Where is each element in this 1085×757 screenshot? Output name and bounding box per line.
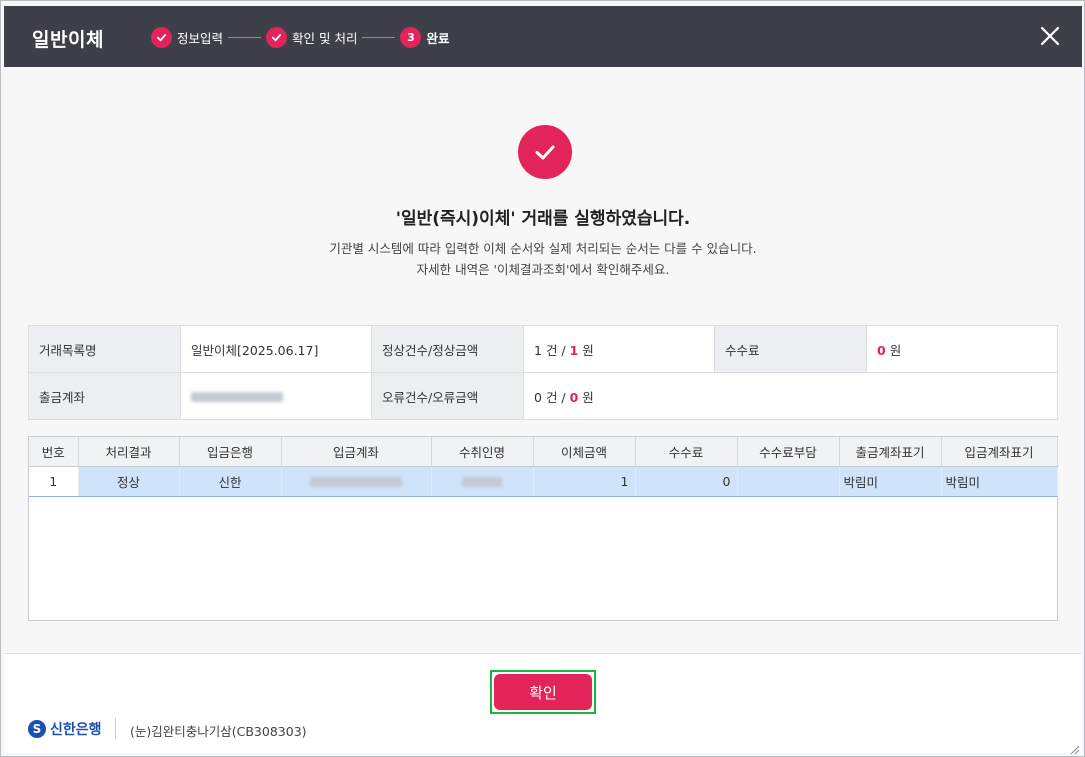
won-unit: 원	[582, 342, 594, 358]
normal-count-value: 1 건 / 1 원	[523, 325, 715, 373]
col-header[interactable]: 수수료부담	[737, 437, 840, 467]
fee-value: 0 원	[866, 325, 1058, 373]
resize-handle-icon[interactable]	[1068, 740, 1080, 755]
dialog-title: 일반이체	[32, 29, 104, 51]
row-bank: 신한	[179, 466, 282, 497]
col-header[interactable]: 입금은행	[179, 437, 282, 467]
row-fee: 0	[635, 466, 738, 497]
confirm-button[interactable]: 확인	[494, 674, 592, 710]
step-label: 완료	[426, 31, 450, 46]
count-unit: 건 /	[545, 342, 566, 358]
progress-steps: 정보입력 확인 및 처리 3 완료	[151, 27, 449, 48]
step-number: 3	[400, 27, 422, 48]
bank-name: 신한은행	[50, 722, 102, 738]
row-in-memo: 박림미	[941, 466, 1058, 497]
result-title: '일반(즉시)이체' 거래를 실행하였습니다.	[395, 209, 691, 229]
result-grid: 번호 처리결과 입금은행 입금계좌 수취인명 이체금액 수수료 수수료부담 출금…	[28, 436, 1058, 621]
check-icon	[151, 27, 172, 48]
transfer-dialog: 일반이체 정보입력 확인 및 처리 3 완료 '일반(즉시)이체' 거래를 실행…	[0, 0, 1085, 757]
row-account	[281, 466, 432, 497]
fee-amount: 0	[877, 342, 886, 358]
dialog-content: '일반(즉시)이체' 거래를 실행하였습니다. 기관별 시스템에 따라 입력한 …	[4, 67, 1082, 653]
step-complete: 3 완료	[400, 27, 449, 48]
normal-count: 1	[534, 342, 542, 358]
check-icon	[266, 27, 288, 48]
col-header[interactable]: 번호	[29, 437, 79, 467]
col-header[interactable]: 입금계좌표기	[941, 437, 1058, 467]
col-header[interactable]: 처리결과	[78, 437, 180, 467]
normal-count-label: 정상건수/정상금액	[371, 325, 524, 373]
withdraw-account-label: 출금계좌	[28, 372, 181, 420]
footer-divider	[115, 718, 116, 739]
shinhan-logo-icon: S	[28, 720, 46, 738]
confirm-button-focus: 확인	[490, 670, 596, 714]
row-number: 1	[29, 466, 79, 497]
summary-table: 거래목록명 일반이체[2025.06.17] 정상건수/정상금액 1 건 / 1…	[28, 325, 1058, 420]
withdraw-account-value	[180, 372, 372, 420]
result-description: 기관별 시스템에 따라 입력한 이체 순서와 실제 처리되는 순서는 다를 수 …	[4, 238, 1082, 280]
row-fee-payer	[737, 466, 840, 497]
fee-label: 수수료	[714, 325, 867, 373]
result-table: 번호 처리결과 입금은행 입금계좌 수취인명 이체금액 수수료 수수료부담 출금…	[29, 437, 1058, 497]
row-out-memo: 박림미	[839, 466, 942, 497]
step-connector	[362, 37, 396, 38]
col-header[interactable]: 수수료	[635, 437, 738, 467]
bank-logo: S 신한은행	[28, 719, 102, 739]
normal-amount: 1	[569, 342, 579, 358]
success-check-icon	[518, 125, 572, 179]
table-header-row: 번호 처리결과 입금은행 입금계좌 수취인명 이체금액 수수료 수수료부담 출금…	[29, 437, 1058, 467]
step-confirm-process: 확인 및 처리	[266, 27, 357, 48]
error-count-value: 0 건 / 0 원	[523, 372, 1058, 420]
error-amount: 0	[569, 389, 579, 405]
col-header[interactable]: 수취인명	[431, 437, 534, 467]
result-line-1: 기관별 시스템에 따라 입력한 이체 순서와 실제 처리되는 순서는 다를 수 …	[329, 241, 757, 256]
result-line-2: 자세한 내역은 '이체결과조회'에서 확인해주세요.	[416, 262, 670, 277]
list-name-value: 일반이체[2025.06.17]	[180, 325, 372, 373]
close-icon[interactable]	[1040, 26, 1060, 46]
won-unit: 원	[889, 342, 902, 358]
col-header[interactable]: 이체금액	[533, 437, 636, 467]
col-header[interactable]: 입금계좌	[281, 437, 432, 467]
won-unit: 원	[582, 389, 594, 405]
list-name-label: 거래목록명	[28, 325, 181, 373]
dialog-header: 일반이체 정보입력 확인 및 처리 3 완료	[4, 6, 1082, 67]
step-label: 정보입력	[177, 31, 224, 46]
step-connector	[228, 37, 262, 38]
table-row[interactable]: 1 정상 신한 1 0 박림미 박림미	[29, 466, 1058, 497]
user-info: (눈)김완티충나기삼(CB308303)	[130, 724, 307, 739]
error-count: 0	[534, 389, 542, 405]
row-recipient	[431, 466, 534, 497]
step-info-input: 정보입력	[151, 27, 223, 48]
dialog-footer: 확인 S 신한은행 (눈)김완티충나기삼(CB308303)	[4, 653, 1082, 753]
error-count-label: 오류건수/오류금액	[371, 372, 524, 420]
col-header[interactable]: 출금계좌표기	[839, 437, 942, 467]
row-status: 정상	[78, 466, 180, 497]
row-amount: 1	[533, 466, 636, 497]
step-label: 확인 및 처리	[292, 31, 358, 46]
count-unit: 건 /	[545, 389, 566, 405]
